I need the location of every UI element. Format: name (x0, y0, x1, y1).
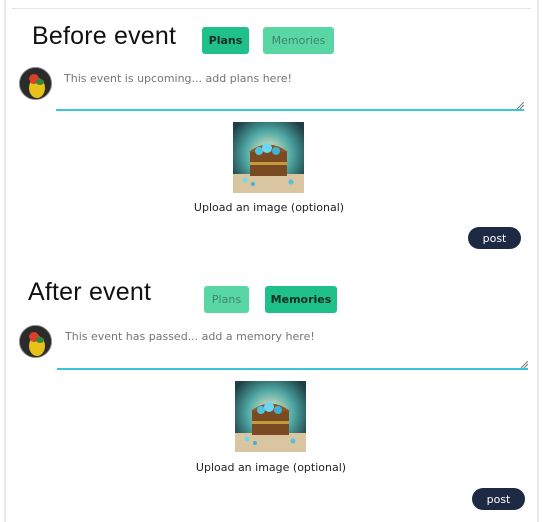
parrot-avatar-icon (20, 68, 51, 99)
divider (4, 0, 6, 258)
tab-plans[interactable]: Plans (204, 286, 249, 313)
divider (12, 8, 531, 9)
resize-grip-icon[interactable] (517, 102, 524, 109)
divider (537, 0, 539, 258)
upload-label: Upload an image (optional) (195, 461, 347, 474)
avatar (19, 67, 52, 100)
upload-image-button[interactable] (233, 122, 304, 193)
section-heading: Before event (32, 22, 177, 50)
treasure-chest-icon (235, 381, 306, 452)
plans-textarea[interactable] (56, 66, 524, 111)
avatar (19, 325, 52, 358)
before-event-panel: Before event Plans Memories This event i… (0, 0, 543, 258)
tab-plans[interactable]: Plans (202, 27, 249, 54)
upload-image-button[interactable] (235, 381, 306, 452)
section-heading: After event (28, 278, 152, 306)
treasure-chest-icon (233, 122, 304, 193)
tab-memories[interactable]: Memories (265, 286, 337, 313)
parrot-avatar-icon (20, 326, 51, 357)
post-button[interactable]: post (472, 488, 525, 510)
after-event-panel: After event Plans Memories This event ha… (0, 258, 543, 522)
divider (4, 258, 6, 522)
divider (537, 258, 539, 522)
post-button[interactable]: post (468, 227, 521, 249)
memory-textarea[interactable] (57, 324, 528, 370)
upload-label: Upload an image (optional) (193, 201, 345, 214)
resize-grip-icon[interactable] (521, 361, 528, 368)
tab-memories[interactable]: Memories (263, 27, 334, 54)
